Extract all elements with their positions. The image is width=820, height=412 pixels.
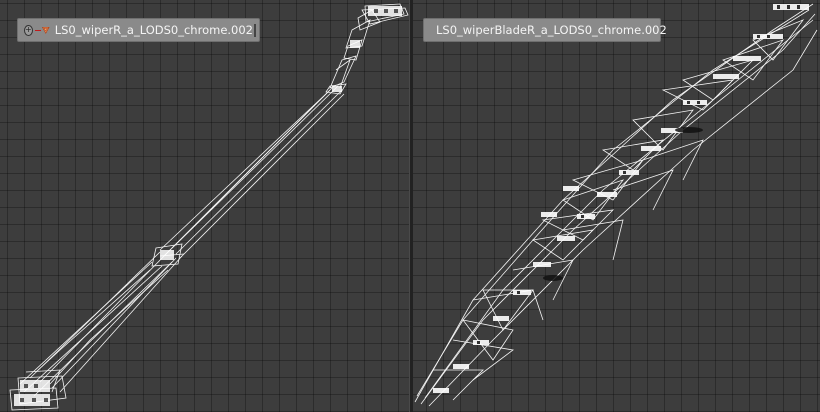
blender-3d-editor: + LS0_wiperR_a_LODS0_chrome.002 LS0_wipe… (0, 0, 820, 412)
object-label-wiper-arm[interactable]: + LS0_wiperR_a_LODS0_chrome.002 (17, 18, 260, 42)
right-3d-viewport[interactable]: LS0_wiperBladeR_a_LODS0_chrome.002 (413, 0, 820, 412)
object-name-text: LS0_wiperR_a_LODS0_chrome.002 (54, 23, 253, 37)
object-label-wiper-blade[interactable]: LS0_wiperBladeR_a_LODS0_chrome.002 (423, 18, 667, 42)
hierarchy-line (34, 29, 42, 31)
mesh-triangle-icon (42, 26, 50, 34)
plus-circle-icon[interactable]: + (24, 24, 33, 36)
wiper-arm-wireframe (9, 3, 409, 411)
resize-handle[interactable] (254, 24, 256, 37)
wiper-blade-wireframe (414, 3, 818, 407)
object-name-text: LS0_wiperBladeR_a_LODS0_chrome.002 (436, 23, 667, 37)
left-3d-viewport[interactable]: + LS0_wiperR_a_LODS0_chrome.002 (0, 0, 409, 412)
